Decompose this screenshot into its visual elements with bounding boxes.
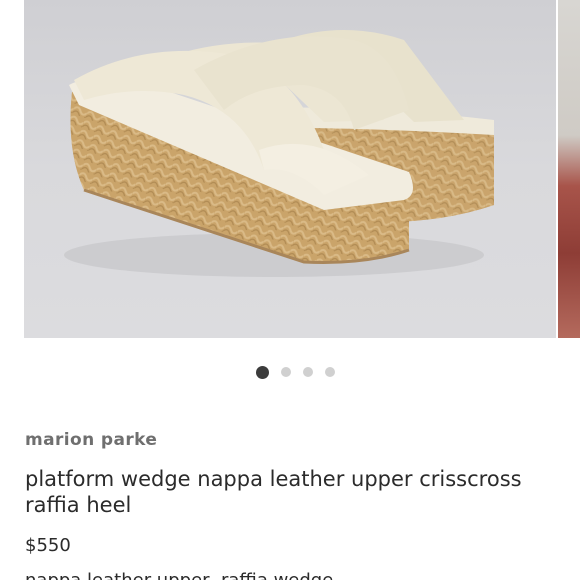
image-carousel[interactable]: [0, 0, 580, 338]
brand-name[interactable]: marion parke: [25, 430, 157, 450]
product-title: platform wedge nappa leather upper criss…: [25, 467, 522, 517]
pagination-dot-4[interactable]: [324, 367, 335, 377]
product-image[interactable]: [24, 0, 556, 338]
pagination-dot-3[interactable]: [302, 367, 313, 377]
sandal-photo: [64, 30, 494, 277]
product-description: nappa leather upper, raffia wedge: [25, 570, 333, 580]
product-price: $550: [25, 535, 71, 556]
next-image-peek[interactable]: [558, 0, 580, 338]
product-page: marion parke platform wedge nappa leathe…: [0, 0, 580, 580]
pagination-dot-1[interactable]: [255, 365, 269, 379]
pagination-dot-2[interactable]: [280, 367, 291, 377]
carousel-pagination: [0, 364, 580, 380]
